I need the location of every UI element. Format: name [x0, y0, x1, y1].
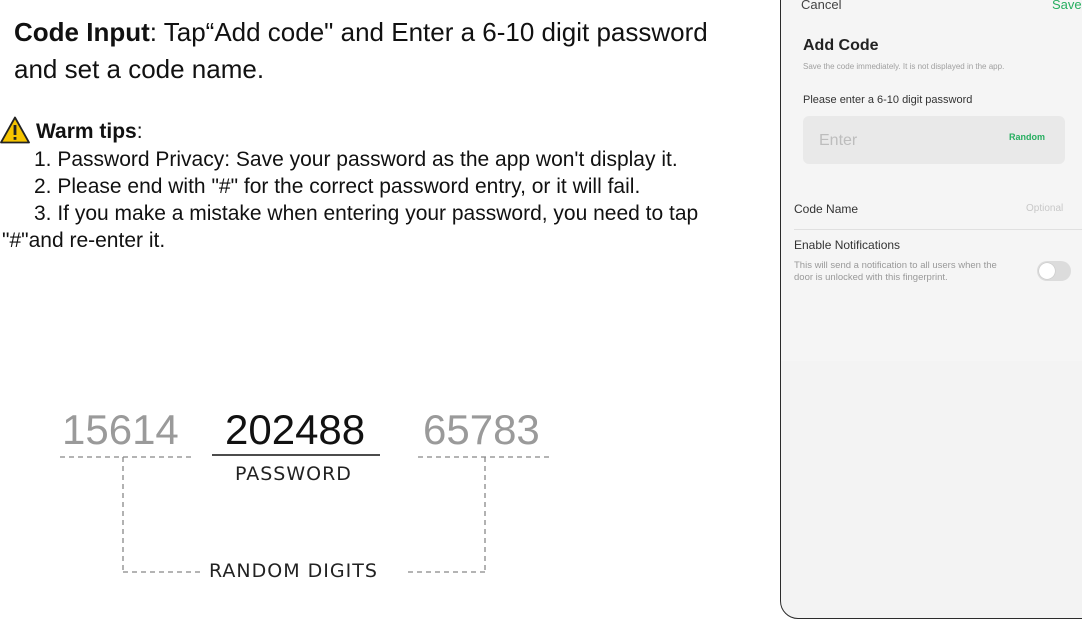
- random-digits-right: 65783: [423, 406, 540, 453]
- tip-item: 2. Please end with "#" for the correct p…: [34, 175, 641, 198]
- page-title: Add Code: [803, 37, 879, 54]
- random-digits-caption: RANDOM DIGITS: [209, 560, 378, 582]
- random-button[interactable]: Random: [1009, 132, 1045, 142]
- warning-triangle-icon: [0, 116, 30, 144]
- password-digits: 202488: [225, 406, 366, 453]
- divider: [794, 229, 1082, 230]
- phone-screen: Cancel Save Add Code Save the code immed…: [780, 0, 1082, 619]
- warm-tips-title: Warm tips:: [36, 120, 143, 143]
- password-diagram: 15614 202488 65783 PASSWORD RANDOM DIGIT…: [40, 400, 580, 590]
- notifications-description: This will send a notification to all use…: [794, 260, 997, 283]
- password-label: Please enter a 6-10 digit password: [803, 94, 973, 106]
- code-name-row[interactable]: Code Name Optional: [781, 195, 1082, 223]
- random-digits-left: 15614: [62, 406, 179, 453]
- tip-item: 1. Password Privacy: Save your password …: [34, 148, 678, 171]
- code-name-label: Code Name: [794, 202, 859, 216]
- password-caption: PASSWORD: [235, 463, 352, 485]
- password-field-box: Random: [803, 116, 1065, 164]
- notifications-title: Enable Notifications: [794, 238, 901, 252]
- save-button[interactable]: Save: [1052, 0, 1082, 12]
- notifications-toggle[interactable]: [1037, 261, 1071, 281]
- heading-bold: Code Input: [14, 17, 150, 47]
- cancel-button[interactable]: Cancel: [801, 0, 841, 12]
- toggle-knob: [1039, 263, 1055, 279]
- code-name-placeholder[interactable]: Optional: [1026, 203, 1063, 214]
- instruction-heading: Code Input: Tap“Add code" and Enter a 6-…: [14, 14, 754, 88]
- password-input[interactable]: [817, 128, 971, 154]
- tips-list: 1. Password Privacy: Save your password …: [2, 146, 752, 254]
- page-subtitle: Save the code immediately. It is not dis…: [803, 62, 1005, 71]
- tip-item: 3. If you make a mistake when entering y…: [2, 202, 699, 252]
